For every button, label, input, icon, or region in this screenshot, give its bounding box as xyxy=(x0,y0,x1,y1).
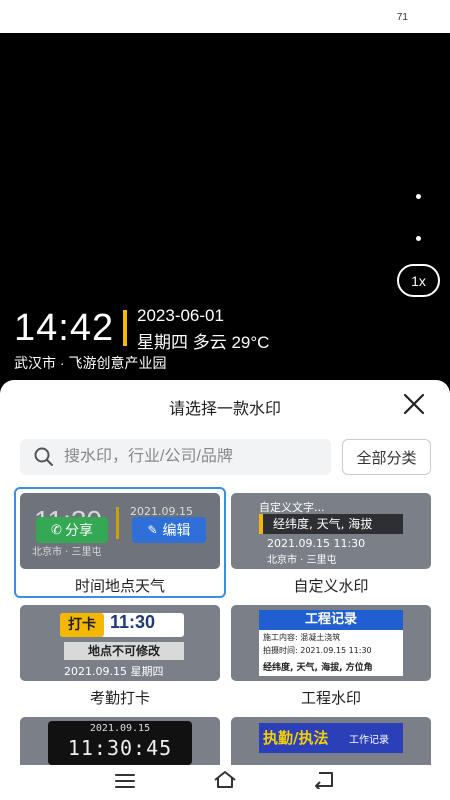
indicator-dot xyxy=(416,236,421,241)
pencil-icon: ✎ xyxy=(147,523,158,537)
preview-divider xyxy=(116,507,119,539)
card-label: 自定义水印 xyxy=(293,578,369,595)
card-preview: 工程记录 施工内容: 混凝土浇筑 拍摄时间: 2021.09.15 11:30 … xyxy=(231,605,431,681)
sheet-title: 请选择一款水印 xyxy=(168,401,281,418)
all-categories-button[interactable]: 全部分类 xyxy=(342,439,431,475)
preview-title: 执勤/执法 xyxy=(263,729,329,747)
preview-line2: 拍摄时间: 2021.09.15 11:30 xyxy=(263,646,372,655)
preview-date: 2021.09.15 xyxy=(89,723,151,734)
preview-line1: 地点不可修改 xyxy=(64,642,184,660)
share-button[interactable]: ✆ 分享 xyxy=(36,517,108,543)
close-icon[interactable] xyxy=(402,392,426,416)
preview-location: 北京市 · 三里屯 xyxy=(32,547,102,558)
preview-line1: 施工内容: 混凝土浇筑 xyxy=(263,633,341,642)
system-nav-bar xyxy=(0,765,450,800)
card-preview: 执勤/执法 工作记录 xyxy=(231,717,431,765)
status-bar: 71 xyxy=(0,0,450,33)
card-preview: 打卡 11:30 地点不可修改 2021.09.15 星期四 xyxy=(20,605,220,681)
preview-time: 11:30 xyxy=(110,612,156,632)
home-icon[interactable] xyxy=(213,769,237,789)
menu-icon[interactable] xyxy=(114,773,136,789)
preview-line3: 经纬度, 天气, 海拔, 方位角 xyxy=(263,663,373,673)
card-label: 考勤打卡 xyxy=(89,690,150,707)
indicator-dot xyxy=(416,194,421,199)
watermark-location: 武汉市 · 飞游创意产业园 xyxy=(14,355,167,371)
preview-time: 11:30:45 xyxy=(67,736,173,760)
edit-label: 编辑 xyxy=(162,522,191,538)
battery-level: 71 xyxy=(396,12,408,23)
card-preview: 自定义文字... 经纬度, 天气, 海拔 2021.09.15 11:30 北京… xyxy=(231,493,431,569)
preview-tag: 工作记录 xyxy=(349,735,389,746)
edit-button[interactable]: ✎ 编辑 xyxy=(132,517,206,543)
preview-title: 自定义文字... xyxy=(259,501,325,514)
zoom-button[interactable]: 1x xyxy=(397,264,440,297)
watermark-date: 2023-06-01 xyxy=(137,306,224,325)
watermark-time: 14:42 xyxy=(14,307,115,349)
preview-accent xyxy=(259,514,263,534)
watermark-divider xyxy=(123,310,127,346)
watermark-weather: 星期四 多云 29°C xyxy=(137,333,270,352)
card-label: 时间地点天气 xyxy=(74,578,165,595)
search-bar[interactable] xyxy=(20,439,331,475)
preview-date: 2021.09.15 11:30 xyxy=(267,537,366,550)
card-label: 工程水印 xyxy=(300,690,361,707)
share-label: 分享 xyxy=(64,522,93,538)
preview-line1: 经纬度, 天气, 海拔 xyxy=(259,514,403,534)
search-icon xyxy=(34,447,53,466)
card-preview: 11:30 2021.09.15 北京市 · 三里屯 ✆ 分享 ✎ 编辑 xyxy=(20,493,220,569)
back-icon[interactable] xyxy=(313,771,335,789)
wechat-icon: ✆ xyxy=(51,522,62,537)
preview-location: 北京市 · 三里屯 xyxy=(267,555,337,566)
preview-badge: 打卡 xyxy=(60,613,104,637)
card-preview: 2021.09.15 11:30:45 xyxy=(20,717,220,765)
preview-date: 2021.09.15 星期四 xyxy=(64,665,164,678)
preview-title: 工程记录 xyxy=(259,610,403,630)
search-input[interactable] xyxy=(64,448,314,466)
